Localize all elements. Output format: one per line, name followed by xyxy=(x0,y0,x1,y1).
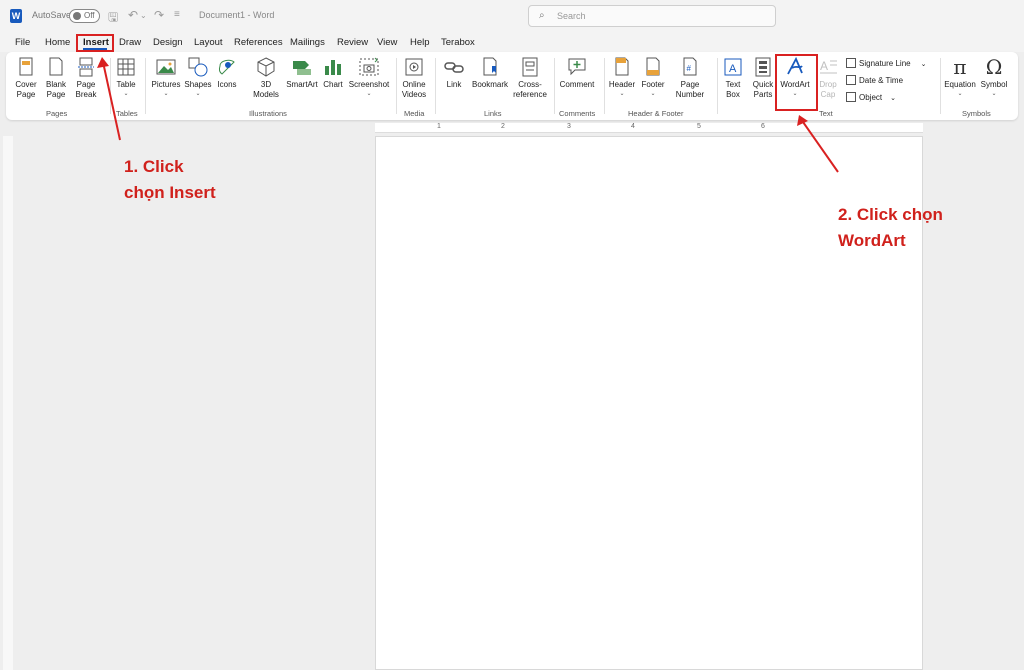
arrow-to-wordart xyxy=(802,121,839,173)
arrowhead-insert xyxy=(97,57,109,68)
arrow-to-insert xyxy=(102,61,121,141)
annotation-step-2: 2. Click chọn WordArt xyxy=(838,205,943,250)
annotation-arrows xyxy=(97,57,839,173)
annotation-step-1: 1. Click chọn Insert xyxy=(124,157,216,202)
arrowhead-wordart xyxy=(797,115,808,126)
